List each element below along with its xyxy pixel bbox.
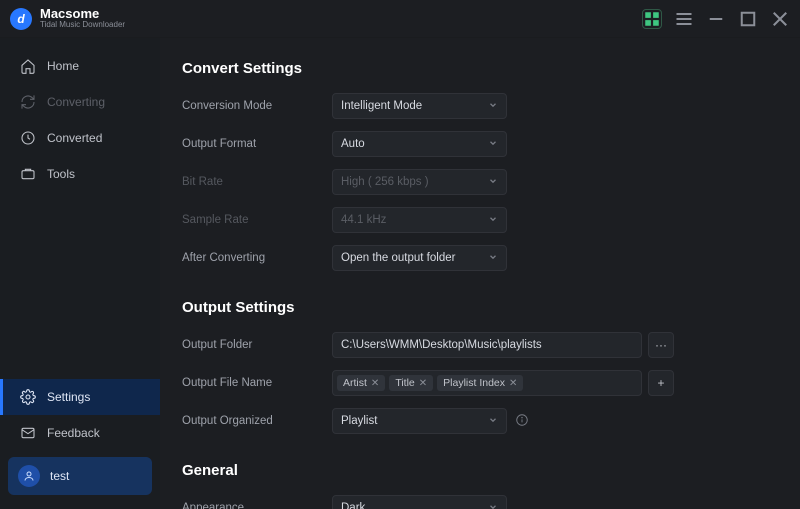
after-converting-select[interactable]: Open the output folder <box>332 245 507 271</box>
output-settings-section: Output Settings Output Folder ··· Output… <box>182 299 770 434</box>
sample-rate-select: 44.1 kHz <box>332 207 507 233</box>
output-folder-input[interactable] <box>332 332 642 358</box>
output-format-label: Output Format <box>182 138 332 150</box>
sidebar-item-label: Tools <box>47 167 75 181</box>
sidebar-item-label: Settings <box>47 390 90 404</box>
section-title: Convert Settings <box>182 60 770 77</box>
sidebar-item-label: Home <box>47 59 79 73</box>
conversion-mode-select[interactable]: Intelligent Mode <box>332 93 507 119</box>
user-name: test <box>50 469 69 483</box>
output-folder-label: Output Folder <box>182 339 332 351</box>
menu-button[interactable] <box>674 9 694 29</box>
sidebar: Home Converting Converted Tools <box>0 38 160 509</box>
tag-artist[interactable]: Artist✕ <box>337 375 385 391</box>
avatar-icon <box>18 465 40 487</box>
remove-tag-icon[interactable]: ✕ <box>509 378 517 389</box>
gear-icon <box>19 388 37 406</box>
output-format-select[interactable]: Auto <box>332 131 507 157</box>
sidebar-item-home[interactable]: Home <box>0 48 160 84</box>
chevron-down-icon <box>488 214 498 227</box>
remove-tag-icon[interactable]: ✕ <box>371 378 379 389</box>
window-controls <box>642 9 790 29</box>
section-title: General <box>182 462 770 479</box>
appearance-select[interactable]: Dark <box>332 495 507 509</box>
maximize-button[interactable] <box>738 9 758 29</box>
sample-rate-label: Sample Rate <box>182 214 332 226</box>
minimize-button[interactable] <box>706 9 726 29</box>
bit-rate-select: High ( 256 kbps ) <box>332 169 507 195</box>
sidebar-item-settings[interactable]: Settings <box>0 379 160 415</box>
sidebar-item-converted[interactable]: Converted <box>0 120 160 156</box>
main-panel: Convert Settings Conversion Mode Intelli… <box>160 38 800 509</box>
home-icon <box>19 57 37 75</box>
app-name: Macsome <box>40 7 125 20</box>
browse-folder-button[interactable]: ··· <box>648 332 674 358</box>
sidebar-item-feedback[interactable]: Feedback <box>0 415 160 451</box>
sidebar-item-label: Feedback <box>47 426 100 440</box>
output-organized-label: Output Organized <box>182 415 332 427</box>
output-file-name-tags[interactable]: Artist✕ Title✕ Playlist Index✕ <box>332 370 642 396</box>
sidebar-item-label: Converted <box>47 131 102 145</box>
layout-grid-button[interactable] <box>642 9 662 29</box>
convert-settings-section: Convert Settings Conversion Mode Intelli… <box>182 60 770 271</box>
tag-title[interactable]: Title✕ <box>389 375 433 391</box>
chevron-down-icon <box>488 415 498 428</box>
chevron-down-icon <box>488 502 498 509</box>
mail-icon <box>19 424 37 442</box>
add-tag-button[interactable]: + <box>648 370 674 396</box>
info-icon[interactable] <box>515 413 529 430</box>
output-organized-select[interactable]: Playlist <box>332 408 507 434</box>
conversion-mode-label: Conversion Mode <box>182 100 332 112</box>
sidebar-item-label: Converting <box>47 95 105 109</box>
chevron-down-icon <box>488 138 498 151</box>
converted-icon <box>19 129 37 147</box>
appearance-label: Appearance <box>182 502 332 509</box>
brand: d Macsome Tidal Music Downloader <box>10 7 125 30</box>
after-converting-label: After Converting <box>182 252 332 264</box>
chevron-down-icon <box>488 252 498 265</box>
section-title: Output Settings <box>182 299 770 316</box>
converting-icon <box>19 93 37 111</box>
sidebar-item-converting[interactable]: Converting <box>0 84 160 120</box>
tag-playlist-index[interactable]: Playlist Index✕ <box>437 375 523 391</box>
sidebar-item-tools[interactable]: Tools <box>0 156 160 192</box>
tools-icon <box>19 165 37 183</box>
output-file-name-label: Output File Name <box>182 377 332 389</box>
app-subtitle: Tidal Music Downloader <box>40 20 125 30</box>
bit-rate-label: Bit Rate <box>182 176 332 188</box>
titlebar: d Macsome Tidal Music Downloader <box>0 0 800 38</box>
close-button[interactable] <box>770 9 790 29</box>
chevron-down-icon <box>488 176 498 189</box>
general-section: General Appearance Dark Languages Englis… <box>182 462 770 509</box>
remove-tag-icon[interactable]: ✕ <box>419 378 427 389</box>
chevron-down-icon <box>488 100 498 113</box>
user-chip[interactable]: test <box>8 457 152 495</box>
app-logo-icon: d <box>10 8 32 30</box>
